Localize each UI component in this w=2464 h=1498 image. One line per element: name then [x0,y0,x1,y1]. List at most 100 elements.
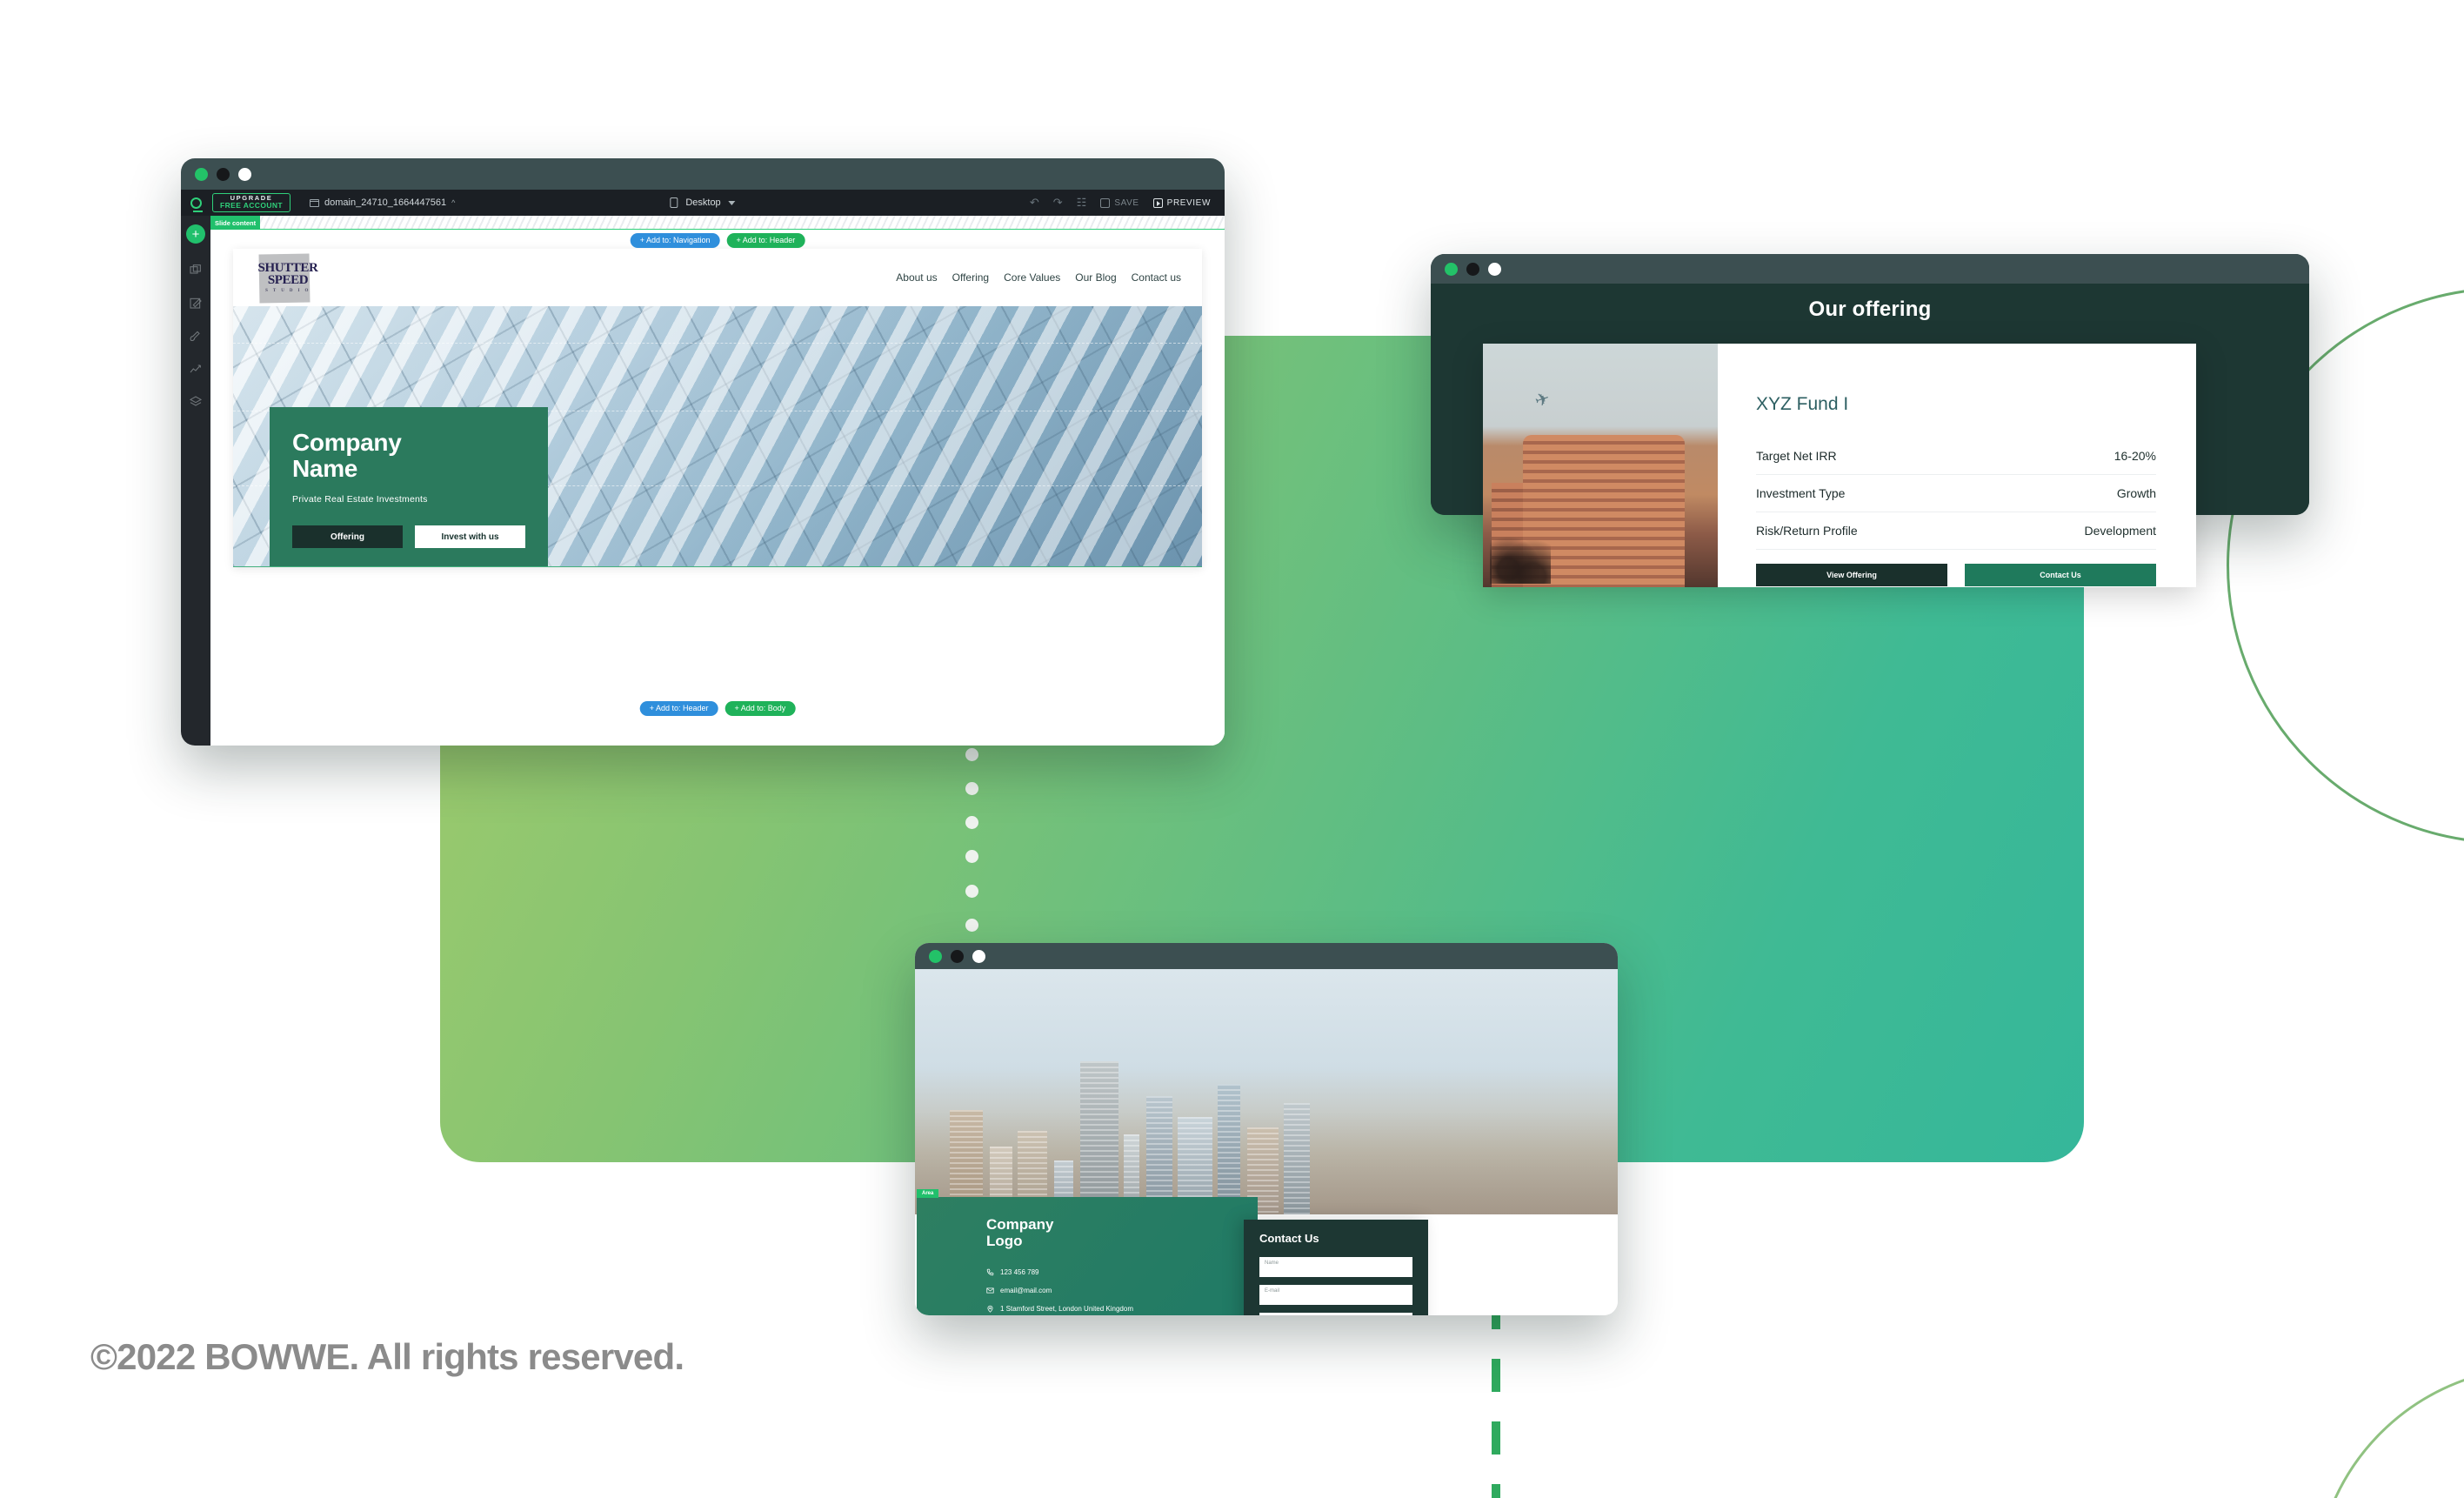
shutter-speed-logo[interactable]: SHUTTER SPEED S T U D I O [254,252,322,304]
bowwe-o-logo-icon [181,197,210,212]
decorative-circle-bottom-right [2314,1366,2464,1498]
builder-window: UPGRADE FREE ACCOUNT domain_24710_166444… [181,158,1225,746]
fund-name: XYZ Fund I [1756,394,1849,414]
hero-section: Company Name Private Real Estate Investm… [233,306,1202,567]
device-label: Desktop [685,197,721,208]
view-offering-button[interactable]: View Offering [1756,564,1947,586]
black-dot[interactable] [951,949,964,963]
city-skyline-photo [915,969,1618,1214]
green-dot[interactable] [1445,262,1458,276]
company-logo-title: Company Logo [986,1216,1258,1249]
redo-arrow-icon[interactable]: ↷ [1053,196,1063,210]
floppy-disk-icon [1100,197,1111,208]
area-tag: Area [917,1189,939,1198]
contact-form: Contact Us Name E-mail Message Send [1244,1220,1428,1315]
contact-left-panel: Company Logo 123 456 789 email@mail.com [917,1197,1258,1315]
hero-title: Company Name [292,429,525,482]
free-account-label: FREE ACCOUNT [220,200,284,210]
green-dot[interactable] [929,949,942,963]
builder-toolbar: UPGRADE FREE ACCOUNT domain_24710_166444… [181,190,1225,216]
stacked-pages-icon[interactable] [189,263,203,277]
green-dot[interactable] [195,167,208,181]
white-dot[interactable] [238,167,251,181]
table-row: Target Net IRR 16-20% [1756,438,2156,475]
row-value: 16-20% [2113,449,2156,463]
hero-card: Company Name Private Real Estate Investm… [270,407,548,567]
contact-titlebar [915,943,1618,969]
offering-titlebar [1431,254,2309,284]
page-root: UPGRADE FREE ACCOUNT domain_24710_166444… [0,0,2464,1498]
offering-card-buttons: View Offering Contact Us [1756,564,2156,586]
menu-item-core-values[interactable]: Core Values [1004,271,1060,284]
add-to-navigation-button[interactable]: + Add to: Navigation [630,233,720,248]
row-label: Risk/Return Profile [1756,524,1858,538]
undo-arrow-icon[interactable]: ↶ [1030,196,1039,210]
email-text: email@mail.com [1000,1287,1052,1295]
chevron-down-icon [728,200,736,205]
navigation-drop-zone[interactable]: Slide content [210,216,1225,230]
dotted-connector [964,748,979,966]
browser-window-icon [309,198,320,207]
company-logo-line-1: Company [986,1216,1054,1233]
paintbrush-icon[interactable] [189,329,203,343]
offering-button[interactable]: Offering [292,525,403,549]
sitemap-icon[interactable]: ☷ [1077,196,1087,210]
upgrade-free-account-button[interactable]: UPGRADE FREE ACCOUNT [212,193,291,212]
row-value: Development [2084,524,2157,538]
save-button[interactable]: SAVE [1100,197,1139,208]
site-preview: SHUTTER SPEED S T U D I O About us Offer… [233,249,1202,567]
black-dot[interactable] [217,167,230,181]
add-element-button[interactable]: + [186,224,205,244]
save-label: SAVE [1114,197,1139,208]
menu-item-about-us[interactable]: About us [896,271,937,284]
contact-us-button[interactable]: Contact Us [1965,564,2156,586]
preview-label: PREVIEW [1166,197,1211,208]
list-item: email@mail.com [986,1287,1258,1294]
menu-item-offering[interactable]: Offering [952,271,989,284]
layers-icon[interactable] [189,395,203,409]
add-to-header-button-bottom[interactable]: + Add to: Header [639,701,718,716]
chevron-up-icon: ^ [451,198,456,207]
add-to-body-button[interactable]: + Add to: Body [725,701,796,716]
menu-item-our-blog[interactable]: Our Blog [1075,271,1116,284]
preview-button[interactable]: PREVIEW [1152,197,1211,208]
footer-copyright: ©2022 BOWWE. All rights reserved. [90,1336,684,1377]
hero-subtitle: Private Real Estate Investments [292,494,428,505]
table-row: Risk/Return Profile Development [1756,512,2156,550]
row-label: Investment Type [1756,486,1846,500]
company-logo-line-2: Logo [986,1233,1023,1250]
table-row: Investment Type Growth [1756,475,2156,512]
row-value: Growth [2116,486,2156,500]
line-chart-icon[interactable] [189,362,203,376]
message-input[interactable]: Message [1259,1313,1412,1315]
contact-details-list: 123 456 789 email@mail.com 1 Stamford St… [986,1268,1258,1313]
logo-line-3: S T U D I O [265,288,311,293]
black-dot[interactable] [1466,262,1479,276]
slide-content-tag: Slide content [210,216,261,230]
add-pills-bottom: + Add to: Header + Add to: Body [639,701,796,716]
address-text: 1 Stamford Street, London United Kingdom [1000,1305,1133,1314]
builder-titlebar [181,158,1225,190]
add-to-header-button[interactable]: + Add to: Header [726,233,805,248]
white-dot[interactable] [972,949,985,963]
offering-title: Our offering [1808,298,1932,321]
invest-with-us-button[interactable]: Invest with us [415,525,525,549]
builder-body: + Slide content + Add to: Navigation + A… [181,216,1225,746]
contact-body: Area Company Logo 123 456 789 email@mail… [915,969,1618,1315]
name-input[interactable]: Name [1259,1257,1412,1277]
list-item: 123 456 789 [986,1268,1258,1276]
builder-left-rail: + [181,216,210,746]
device-selector[interactable]: Desktop [670,197,736,208]
white-dot[interactable] [1488,262,1501,276]
pencil-square-icon[interactable] [189,296,203,310]
domain-selector[interactable]: domain_24710_1664447561 ^ [309,197,456,208]
domain-name-label: domain_24710_1664447561 [324,197,447,208]
apartment-tower-with-airplane-photo: ✈ [1483,344,1718,587]
desktop-device-icon [670,197,678,208]
phone-icon [986,1268,994,1276]
row-label: Target Net IRR [1756,449,1837,463]
menu-item-contact-us[interactable]: Contact us [1132,271,1181,284]
offering-card: ✈ XYZ Fund I Target Net IRR 16-20% Inves… [1483,344,2196,587]
email-input[interactable]: E-mail [1259,1285,1412,1305]
map-pin-icon [987,1305,993,1313]
